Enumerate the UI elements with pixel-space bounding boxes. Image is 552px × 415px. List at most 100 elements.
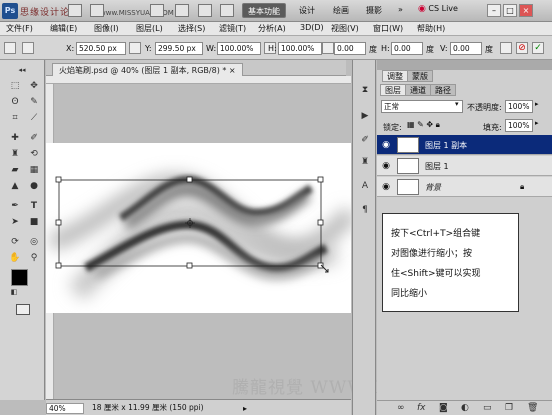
transform-handle-top-left[interactable]	[55, 176, 62, 183]
trash-icon[interactable]: 🗑︎	[527, 403, 538, 413]
tab-masks[interactable]: 蒙版	[407, 70, 433, 82]
menu-view[interactable]: 视图(V)	[331, 23, 359, 34]
lock-icons[interactable]: ▦ ✎ ✥ 🔒︎	[407, 120, 440, 130]
opacity-slider-icon[interactable]: ▸	[535, 100, 539, 108]
transform-handle-right[interactable]	[317, 219, 324, 226]
menu-file[interactable]: 文件(F)	[6, 23, 33, 34]
3d-orbit-tool-icon[interactable]: ◎	[27, 236, 41, 249]
mask-icon[interactable]: ◙	[439, 403, 448, 413]
opacity-field[interactable]: 100%	[505, 100, 533, 113]
zoom-tool-icon[interactable]: ⚲	[27, 252, 41, 265]
path-selection-tool-icon[interactable]: ➤	[8, 216, 22, 229]
transform-handle-top[interactable]	[186, 176, 193, 183]
tab-layers[interactable]: 图层	[380, 84, 406, 96]
paragraph-panel-icon[interactable]: ¶	[358, 204, 372, 217]
height-field[interactable]: 100.00%	[278, 42, 322, 55]
blur-tool-icon[interactable]: ▲	[8, 180, 22, 193]
brush-tool-icon[interactable]: ✐	[27, 132, 41, 145]
screen-mode-icon[interactable]	[220, 4, 234, 17]
workspace-more-button[interactable]: »	[398, 5, 403, 14]
transform-handle-top-right[interactable]	[317, 176, 324, 183]
commit-transform-icon[interactable]: ✓	[532, 42, 544, 54]
menu-analysis[interactable]: 分析(A)	[258, 23, 286, 34]
transform-handle-bottom[interactable]	[186, 262, 193, 269]
tab-paths[interactable]: 路径	[430, 84, 456, 96]
collapse-toolbox-icon[interactable]: ◂◂	[8, 64, 36, 77]
cs-live-button[interactable]: ◉ CS Live	[418, 4, 458, 14]
fill-field[interactable]: 100%	[505, 119, 533, 132]
clone-source-panel-icon[interactable]: ♜	[358, 156, 372, 169]
crop-tool-icon[interactable]: ⌗	[8, 112, 22, 125]
fx-icon[interactable]: fx	[417, 403, 426, 413]
marquee-tool-icon[interactable]: ⬚	[8, 80, 22, 93]
minibridge-icon[interactable]	[90, 4, 104, 17]
quick-selection-tool-icon[interactable]: ✎	[27, 96, 41, 109]
hand-tool-icon[interactable]: ✋	[8, 252, 22, 265]
dodge-tool-icon[interactable]: ●	[27, 180, 41, 193]
workspace-essentials-button[interactable]: 基本功能	[242, 3, 286, 18]
vertical-skew-field[interactable]: 0.00	[450, 42, 482, 55]
rotation-field[interactable]: 0.00	[334, 42, 366, 55]
layer-row[interactable]: ◉ 图层 1	[377, 156, 552, 176]
menu-help[interactable]: 帮助(H)	[417, 23, 445, 34]
workspace-photography-button[interactable]: 摄影	[366, 5, 382, 16]
fill-slider-icon[interactable]: ▸	[535, 119, 539, 127]
warp-mode-icon[interactable]	[500, 42, 512, 54]
pen-tool-icon[interactable]: ✒	[8, 200, 22, 213]
actions-panel-icon[interactable]: ▶	[358, 110, 372, 123]
blend-mode-dropdown-icon[interactable]: ▾	[455, 100, 459, 108]
document-canvas[interactable]	[46, 143, 358, 313]
document-tab[interactable]: 火焰笔刷.psd @ 40% (图层 1 副本, RGB/8) * ×	[52, 63, 243, 76]
relative-position-icon[interactable]	[129, 42, 141, 54]
link-icon[interactable]: ∞	[397, 403, 405, 413]
menu-3d[interactable]: 3D(D)	[300, 23, 324, 32]
arrange-documents-icon[interactable]	[198, 4, 212, 17]
visibility-eye-icon[interactable]: ◉	[381, 161, 391, 171]
menu-window[interactable]: 窗口(W)	[373, 23, 403, 34]
menu-select[interactable]: 选择(S)	[178, 23, 205, 34]
layer-row[interactable]: ◉ 图层 1 副本	[377, 135, 552, 155]
eraser-tool-icon[interactable]: ▰	[8, 164, 22, 177]
y-position-field[interactable]: 299.50 px	[155, 42, 203, 55]
horizontal-skew-field[interactable]: 0.00	[391, 42, 423, 55]
transform-handle-left[interactable]	[55, 219, 62, 226]
menu-edit[interactable]: 编辑(E)	[50, 23, 77, 34]
healing-brush-tool-icon[interactable]: ✚	[8, 132, 22, 145]
3d-rotate-tool-icon[interactable]: ⟳	[8, 236, 22, 249]
document-close-icon[interactable]: ×	[229, 66, 236, 75]
eyedropper-tool-icon[interactable]: ⟋	[27, 112, 41, 125]
zoom-field[interactable]: 40%	[46, 403, 84, 414]
character-panel-icon[interactable]: A	[358, 180, 372, 193]
shape-tool-icon[interactable]: ■	[27, 216, 41, 229]
x-position-field[interactable]: 520.50 px	[76, 42, 126, 55]
zoom-level-icon[interactable]	[150, 4, 164, 17]
minimize-button[interactable]: –	[487, 4, 501, 17]
tab-channels[interactable]: 通道	[405, 84, 431, 96]
layer-row[interactable]: ◉ 背景 🔒︎	[377, 177, 552, 197]
clone-stamp-tool-icon[interactable]: ♜	[8, 148, 22, 161]
history-brush-tool-icon[interactable]: ⟲	[27, 148, 41, 161]
close-button[interactable]: ×	[519, 4, 533, 17]
workspace-design-button[interactable]: 设计	[299, 5, 315, 16]
new-layer-icon[interactable]: ❐	[505, 403, 513, 413]
tool-preset-icon[interactable]	[4, 42, 16, 54]
type-tool-icon[interactable]: T	[27, 200, 41, 213]
history-panel-icon[interactable]: ⧗	[358, 84, 372, 97]
reference-point-icon[interactable]	[22, 42, 34, 54]
menu-filter[interactable]: 滤镜(T)	[219, 23, 246, 34]
menu-layer[interactable]: 图层(L)	[136, 23, 163, 34]
visibility-eye-icon[interactable]: ◉	[381, 140, 391, 150]
maximize-button[interactable]: □	[503, 4, 517, 17]
visibility-eye-icon[interactable]: ◉	[381, 182, 391, 192]
blend-mode-select[interactable]: 正常	[381, 100, 463, 113]
transform-handle-bottom-left[interactable]	[55, 262, 62, 269]
width-field[interactable]: 100.00%	[217, 42, 261, 55]
cancel-transform-icon[interactable]: ⊘	[516, 42, 528, 54]
workspace-painting-button[interactable]: 绘画	[333, 5, 349, 16]
transform-handle-bottom-right[interactable]	[317, 262, 324, 269]
foreground-color-swatch[interactable]	[11, 269, 28, 286]
tab-adjustments[interactable]: 调整	[382, 70, 408, 82]
move-tool-icon[interactable]: ✥	[27, 80, 41, 93]
folder-icon[interactable]: ▭	[483, 403, 492, 413]
quick-mask-icon[interactable]	[16, 304, 30, 315]
